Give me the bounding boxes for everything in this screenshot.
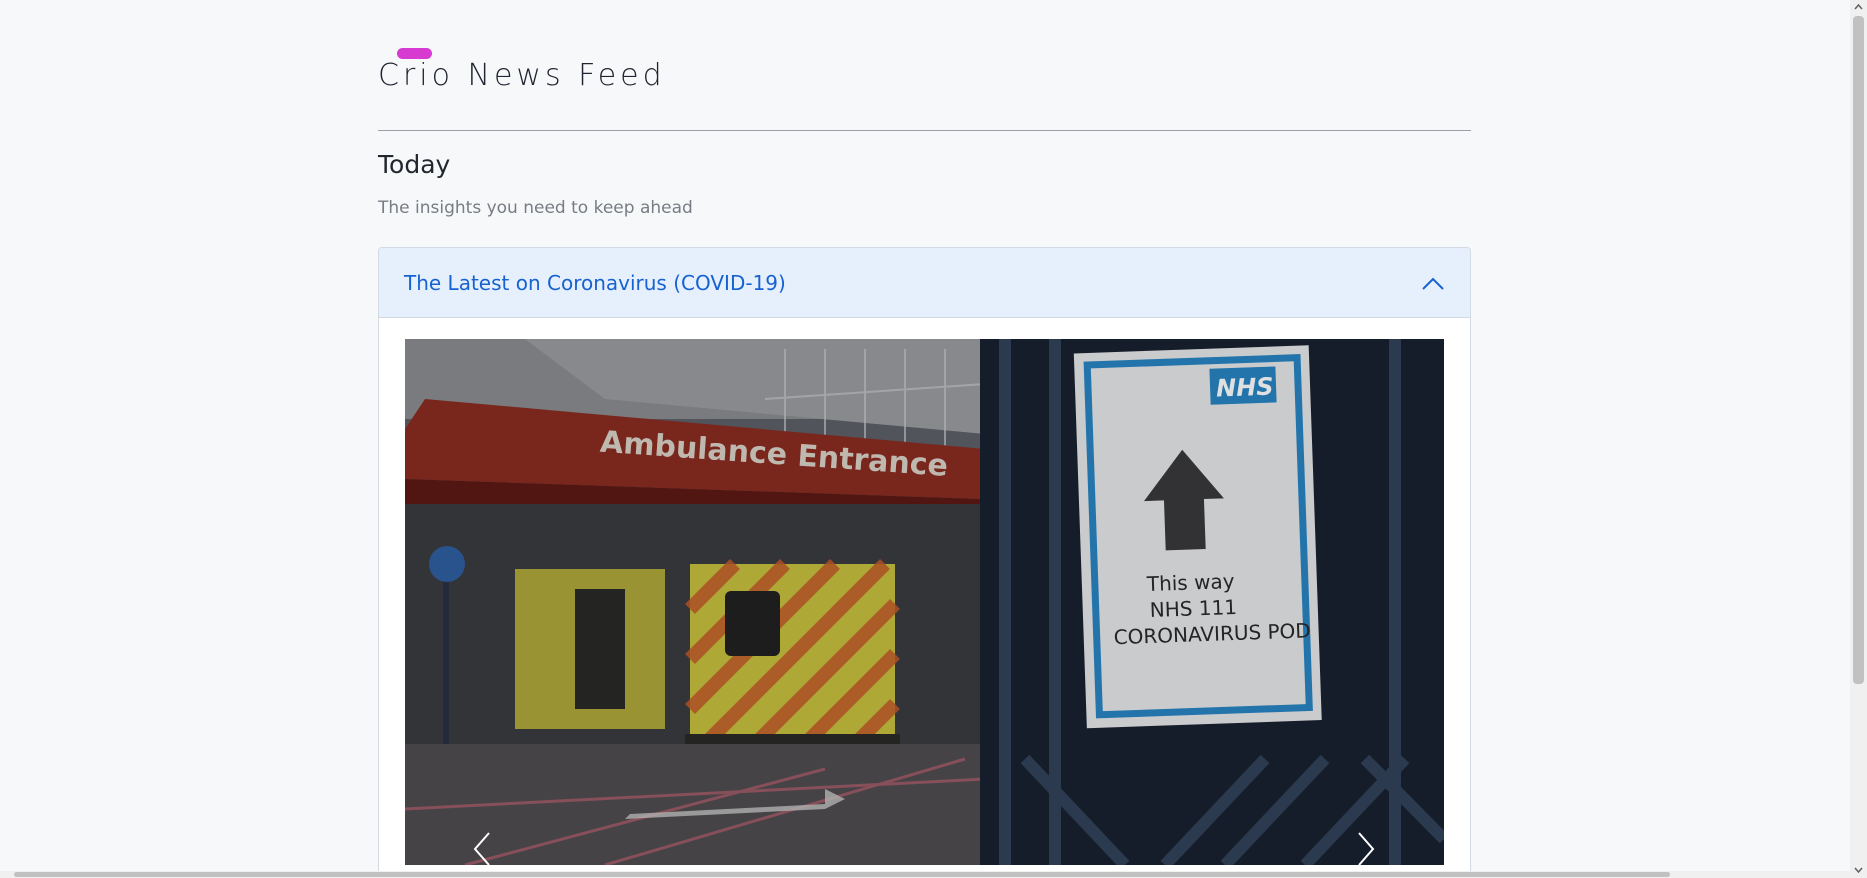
scroll-up-arrow-icon[interactable] bbox=[1853, 2, 1864, 13]
page-subheading: The insights you need to keep ahead bbox=[378, 198, 693, 218]
chevron-right-icon bbox=[1358, 832, 1375, 865]
vertical-scrollbar[interactable] bbox=[1850, 0, 1867, 878]
carousel-next-button[interactable] bbox=[1345, 829, 1385, 865]
chevron-left-icon bbox=[473, 832, 490, 865]
header-divider bbox=[378, 130, 1471, 131]
accordion-title: The Latest on Coronavirus (COVID-19) bbox=[404, 271, 786, 295]
horizontal-scrollbar-thumb[interactable] bbox=[14, 872, 1670, 877]
carousel-prev-button[interactable] bbox=[463, 829, 503, 865]
accordion-header-toggle[interactable]: The Latest on Coronavirus (COVID-19) bbox=[379, 248, 1470, 318]
news-carousel[interactable]: Ambulance Entrance NHS This way NHS 111 … bbox=[405, 339, 1444, 865]
vertical-scrollbar-thumb[interactable] bbox=[1853, 16, 1864, 684]
news-accordion: The Latest on Coronavirus (COVID-19) Amb… bbox=[378, 247, 1471, 878]
carousel-image: Ambulance Entrance NHS This way NHS 111 … bbox=[405, 339, 1444, 865]
brand-title: Crio News Feed bbox=[378, 58, 666, 93]
page: Crio News Feed Today The insights you ne… bbox=[0, 0, 1867, 878]
page-heading: Today bbox=[378, 150, 451, 179]
chevron-up-icon[interactable] bbox=[1419, 270, 1447, 298]
horizontal-scrollbar[interactable] bbox=[0, 871, 1850, 878]
scroll-down-arrow-icon[interactable] bbox=[1853, 864, 1864, 875]
